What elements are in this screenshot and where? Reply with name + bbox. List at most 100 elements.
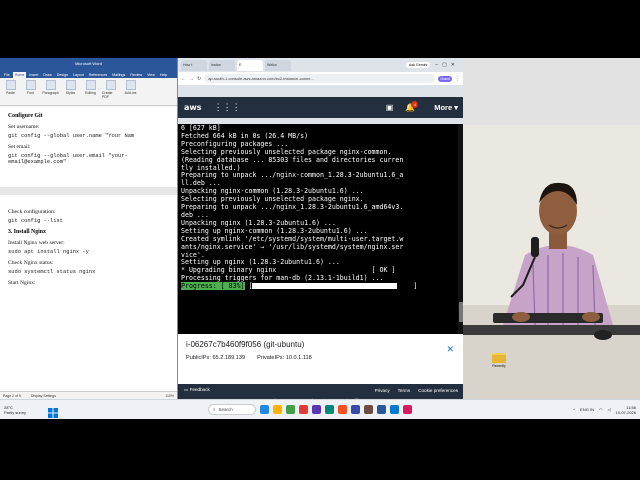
tab-design[interactable]: Design [55, 72, 70, 78]
taskbar-app-icon[interactable] [403, 405, 412, 414]
window-controls[interactable]: –▢✕ [435, 62, 459, 68]
styles-group[interactable]: Styles [62, 80, 79, 103]
folder-label: Recently [492, 364, 506, 368]
screen-recording-frame: Microsoft Word File Home Insert Draw Des… [0, 0, 640, 480]
font-icon [25, 80, 36, 90]
aws-logo[interactable]: aws [184, 103, 202, 112]
heading-configure-git: Configure Git [8, 113, 43, 119]
reload-icon[interactable]: ↻ [197, 76, 201, 82]
text-set-email: Set email: [8, 144, 31, 150]
instance-info-panel: i-06267c7b460f9f056 (git-ubuntu) ✕ Publi… [178, 334, 464, 384]
aws-footer: ▭ Feedback Privacy Terms Cookie preferen… [178, 384, 464, 396]
terminal-line: ants/nginx.service' → '/usr/lib/systemd/… [181, 242, 404, 251]
font-group[interactable]: Font [22, 80, 39, 103]
tab-insert[interactable]: Insert [27, 72, 40, 78]
instance-id: i-06267c7b460f9f056 (git-ubuntu) [186, 340, 305, 349]
taskbar-app-icon[interactable] [338, 405, 347, 414]
privacy-link[interactable]: Privacy [375, 388, 390, 393]
notification-badge: 4 [411, 101, 419, 108]
services-grid-icon[interactable]: ⋮⋮⋮ [214, 102, 241, 113]
heading-install-nginx: 3. Install Nginx [8, 229, 46, 235]
close-icon[interactable]: ✕ [446, 344, 454, 355]
tab-references[interactable]: References [87, 72, 109, 78]
cloudshell-icon[interactable]: ▣ [386, 103, 394, 112]
taskbar-app-icon[interactable] [286, 405, 295, 414]
word-window: Microsoft Word File Home Insert Draw Des… [0, 58, 177, 399]
forward-icon[interactable]: → [189, 76, 194, 82]
paragraph-group[interactable]: Paragraph [42, 80, 59, 103]
paste-button[interactable]: Paste [2, 80, 19, 103]
taskbar-search[interactable]: ⌕ Search [208, 404, 256, 415]
tab-view[interactable]: View [145, 72, 157, 78]
display-settings[interactable]: Display Settings [31, 394, 56, 398]
desktop-folder-icon[interactable]: Recently [492, 353, 506, 371]
public-ip-label: PublicIPs: [186, 355, 211, 361]
terminal-output[interactable]: 6 [627 kB] Fetched 664 kB in 0s (26.4 MB/… [178, 124, 458, 334]
wifi-icon[interactable]: ◠ [599, 407, 603, 412]
tab-draw[interactable]: Draw [41, 72, 53, 78]
taskbar-app-icon[interactable] [260, 405, 269, 414]
taskbar-app-icon[interactable] [325, 405, 334, 414]
private-ip-label: PrivateIPs: [257, 355, 285, 361]
taskbar-app-icon[interactable] [390, 405, 399, 414]
taskbar-app-icon[interactable] [377, 405, 386, 414]
browser-tab-1[interactable]: How t [181, 59, 207, 71]
editing-group[interactable]: Editing [82, 80, 99, 103]
paragraph-icon [45, 80, 56, 90]
taskbar-app-icon[interactable] [364, 405, 373, 414]
weather-desc: Partly sunny [4, 409, 27, 415]
text-check-status: Check Nginx status: [8, 260, 54, 266]
add-ins-button[interactable]: Add-ins [122, 80, 139, 103]
url-field[interactable]: ap-south-1.console.aws.amazon.com/ec2-in… [204, 74, 436, 83]
create-pdf-button[interactable]: Create PDF [102, 80, 119, 103]
desktop: Microsoft Word File Home Insert Draw Des… [0, 58, 640, 419]
styles-label: Styles [65, 91, 76, 95]
progress-label: Progress: [ 83%] [181, 282, 245, 291]
ask-gemini-button[interactable]: Ask Gemini [405, 62, 431, 68]
zoom-level[interactable]: 110% [165, 394, 174, 398]
search-icon: ⌕ [213, 407, 216, 412]
more-menu[interactable]: More ▾ [434, 103, 458, 112]
taskbar-app-icon[interactable] [299, 405, 308, 414]
editing-label: Editing [85, 91, 96, 95]
progress-bar [252, 283, 398, 290]
menu-icon[interactable]: ⋮ [455, 76, 460, 82]
browser-window: How t Instan E Welco Ask Gemini –▢✕ ← → … [177, 58, 464, 406]
tab-mailings[interactable]: Mailings [110, 72, 127, 78]
webcam-overlay [463, 125, 640, 399]
text-set-username: Set username: [8, 124, 40, 130]
word-ribbon-tabs: File Home Insert Draw Design Layout Refe… [0, 69, 177, 78]
browser-tab-active[interactable]: E [237, 59, 263, 71]
tab-home[interactable]: Home [12, 72, 27, 78]
cookie-preferences-link[interactable]: Cookie preferences [418, 388, 458, 393]
start-button[interactable] [48, 405, 58, 418]
paste-icon [5, 80, 16, 90]
word-statusbar: Page 2 of 5 Display Settings 110% [0, 391, 177, 399]
paste-label: Paste [6, 91, 15, 95]
feedback-link[interactable]: ▭ Feedback [184, 387, 210, 393]
tab-help[interactable]: Help [158, 72, 169, 78]
weather-widget[interactable]: 28°C Partly sunny [4, 405, 44, 415]
code-git-username: git config --global user.name "Your Nam [8, 133, 135, 139]
word-document-page[interactable]: Configure Git Set username: git config -… [0, 107, 177, 391]
taskbar-app-icon[interactable] [273, 405, 282, 414]
language-indicator[interactable]: ENG IN [580, 407, 594, 412]
tab-file[interactable]: File [2, 72, 12, 78]
tab-review[interactable]: Review [128, 72, 144, 78]
browser-tab-2[interactable]: Instan [209, 59, 235, 71]
taskbar-app-icon[interactable] [351, 405, 360, 414]
taskbar-app-icon[interactable] [312, 405, 321, 414]
tab-layout[interactable]: Layout [71, 72, 86, 78]
profile-button[interactable]: Grand [438, 75, 452, 82]
clock[interactable]: 11:56 10-07-2026 [616, 405, 636, 415]
notifications-icon[interactable]: 🔔4 [405, 101, 422, 112]
word-titlebar: Microsoft Word [0, 58, 177, 69]
browser-tab-4[interactable]: Welco [265, 59, 291, 71]
chevron-up-icon[interactable]: ^ [573, 407, 575, 412]
back-icon[interactable]: ← [181, 76, 186, 82]
text-install-nginx: Install Nginx web server: [8, 240, 65, 246]
paragraph-label: Paragraph [42, 91, 59, 95]
volume-icon[interactable]: ◁ [607, 407, 610, 412]
terms-link[interactable]: Terms [398, 388, 411, 393]
folder-icon [492, 353, 506, 363]
